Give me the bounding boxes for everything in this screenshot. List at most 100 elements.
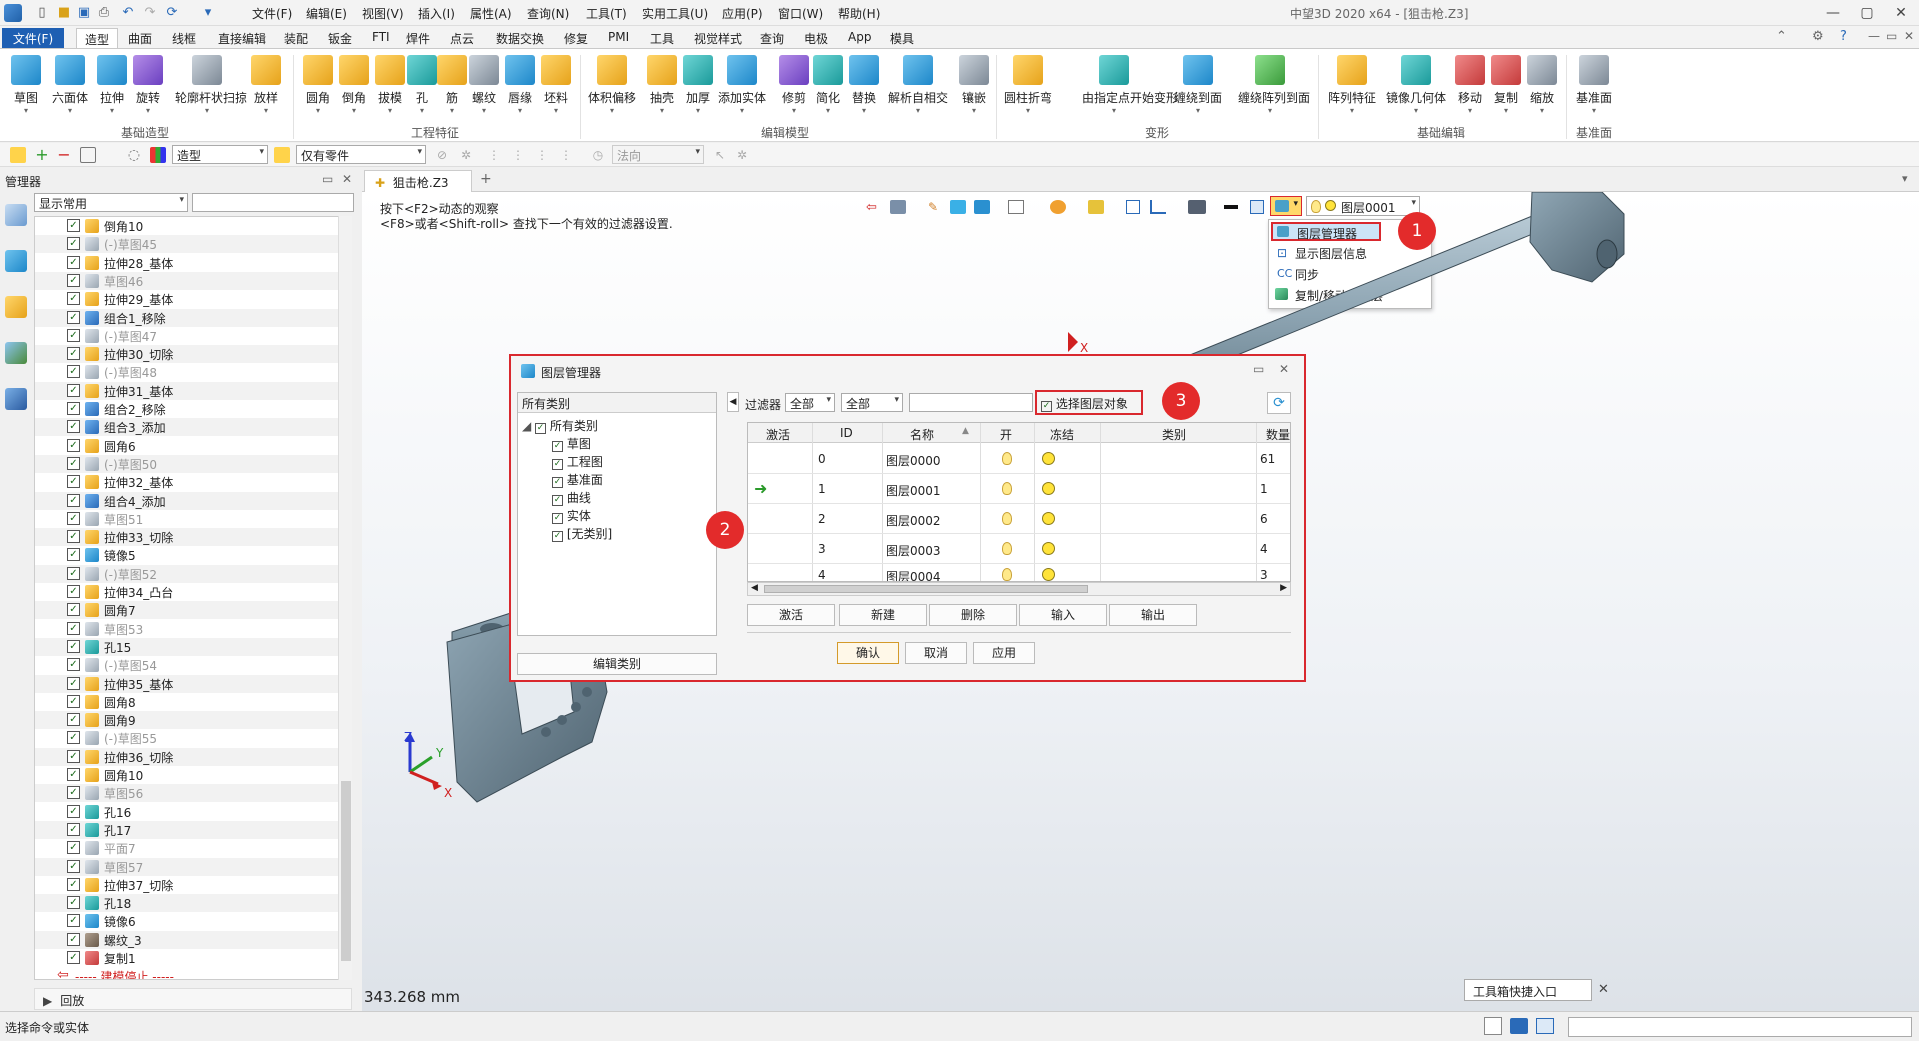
tab-sheetmetal[interactable]: 钣金: [320, 28, 360, 48]
tab-weldment[interactable]: 焊件: [398, 28, 438, 48]
tree-item[interactable]: ✓ (-)草图55: [35, 729, 341, 747]
tree-item[interactable]: ✓ (-)草图48: [35, 363, 341, 381]
tree-item-checkbox[interactable]: ✓: [67, 237, 80, 251]
dotted-circle-icon[interactable]: ◌: [126, 147, 142, 163]
category-item-drawing[interactable]: ✓ 工程图: [552, 453, 603, 470]
tab-query[interactable]: 查询: [752, 28, 792, 48]
tab-mold[interactable]: 模具: [882, 28, 922, 48]
tab-pmi[interactable]: PMI: [600, 28, 637, 48]
tab-wireframe[interactable]: 线框: [164, 28, 204, 48]
tree-item-checkbox[interactable]: ✓: [67, 841, 80, 855]
lock-filter-icon[interactable]: ⊘: [434, 147, 450, 163]
image-library-icon[interactable]: [5, 342, 27, 364]
ribbon-mirror-geometry-button[interactable]: 镜像几何体 ▾: [1386, 53, 1446, 119]
export-button[interactable]: 输出: [1109, 604, 1197, 626]
options-icon[interactable]: ✲: [734, 147, 750, 163]
layer-row[interactable]: ➜ 1 图层0001 1: [748, 474, 1290, 504]
tab-fti[interactable]: FTI: [364, 28, 398, 48]
tree-item[interactable]: ✓ 圆角7: [35, 601, 341, 620]
activate-button[interactable]: 激活: [747, 604, 835, 626]
tree-item[interactable]: ✓ 拉伸34_凸台: [35, 583, 341, 601]
tab-app[interactable]: App: [840, 28, 879, 48]
tree-item-checkbox[interactable]: ✓: [67, 914, 80, 928]
layer-on-icon[interactable]: [1002, 452, 1012, 465]
redo-icon[interactable]: ↷: [142, 5, 158, 21]
dialog-comment-icon[interactable]: ▭: [1253, 362, 1264, 376]
tree-item[interactable]: ✓ 拉伸37_切除: [35, 876, 341, 894]
tree-item[interactable]: ✓ 镜像5: [35, 546, 341, 564]
menu-help[interactable]: 帮助(H): [838, 5, 880, 22]
tree-item-checkbox[interactable]: ✓: [67, 566, 80, 580]
tree-item[interactable]: ✓ 平面7: [35, 839, 341, 857]
tree-item-checkbox[interactable]: ✓: [67, 713, 80, 727]
settings-gear-icon[interactable]: ⚙: [1812, 29, 1824, 44]
tree-item[interactable]: ✓ 拉伸32_基体: [35, 473, 341, 491]
category-root-checkbox[interactable]: ✓: [535, 423, 547, 434]
tree-item-checkbox[interactable]: ✓: [67, 786, 80, 800]
colors-icon[interactable]: [150, 147, 166, 163]
layer-on-icon[interactable]: [1002, 568, 1012, 581]
tree-item-checkbox[interactable]: ✓: [67, 621, 80, 635]
layer-frozen-icon[interactable]: [1042, 482, 1055, 495]
tree-item-checkbox[interactable]: ✓: [67, 877, 80, 891]
status-window-icon[interactable]: [1536, 1018, 1554, 1034]
doc-minimize-button[interactable]: —: [1868, 29, 1880, 43]
import-button[interactable]: 输入: [1019, 604, 1107, 626]
tree-item[interactable]: ✓ 拉伸33_切除: [35, 528, 341, 547]
filter-combo-1[interactable]: 全部 ▾: [785, 393, 835, 412]
align3-icon[interactable]: ⋮: [534, 147, 550, 163]
tree-item-checkbox[interactable]: ✓: [67, 493, 80, 507]
ribbon-add-solid-button[interactable]: 添加实体 ▾: [718, 53, 766, 119]
category-item-none[interactable]: ✓ [无类别]: [552, 525, 612, 542]
tree-item[interactable]: ✓ (-)草图52: [35, 564, 341, 583]
edit-category-button[interactable]: 编辑类别: [517, 653, 717, 675]
tree-item-checkbox[interactable]: ✓: [67, 219, 80, 232]
tab-pointcloud[interactable]: 点云: [442, 28, 482, 48]
pick-filter-icon[interactable]: [10, 147, 26, 163]
category-item-datum[interactable]: ✓ 基准面: [552, 471, 603, 488]
ribbon-volume-offset-button[interactable]: 体积偏移 ▾: [588, 53, 636, 119]
col-header-active[interactable]: 激活: [766, 426, 790, 443]
menu-tools[interactable]: 工具(T): [586, 5, 627, 22]
close-window-button[interactable]: ✕: [1890, 3, 1912, 23]
h-scrollbar-thumb[interactable]: [764, 585, 1088, 593]
manager-close-icon[interactable]: ✕: [342, 172, 352, 186]
tree-item[interactable]: ✓ (-)草图47: [35, 327, 341, 345]
menu-edit[interactable]: 编辑(E): [306, 5, 347, 22]
ribbon-scale-button[interactable]: 缩放 ▾: [1520, 53, 1564, 119]
ribbon-resolve-self-intersect-button[interactable]: 解析自相交 ▾: [888, 53, 948, 119]
apply-button[interactable]: 应用: [973, 642, 1035, 664]
tree-item-checkbox[interactable]: ✓: [67, 731, 80, 745]
tree-item[interactable]: ✓ 孔16: [35, 803, 341, 821]
tree-item[interactable]: ✓ 复制1: [35, 949, 341, 967]
select-layer-objects-checkbox[interactable]: ✓ 选择图层对象: [1041, 395, 1128, 412]
align4-icon[interactable]: ⋮: [558, 147, 574, 163]
tree-item[interactable]: ✓ 草图46: [35, 271, 341, 290]
toolbox-entry-tooltip[interactable]: 工具箱快捷入口: [1464, 979, 1592, 1001]
tree-item-checkbox[interactable]: ✓: [67, 585, 80, 598]
delete-layer-button[interactable]: 删除: [929, 604, 1017, 626]
quick-access-dropdown-icon[interactable]: ▾: [200, 5, 216, 21]
tree-item-checkbox[interactable]: ✓: [67, 402, 80, 415]
cancel-button[interactable]: 取消: [905, 642, 967, 664]
tree-item[interactable]: ✓ 草图57: [35, 857, 341, 876]
print-icon[interactable]: ⎙: [96, 5, 112, 21]
tree-item[interactable]: ✓ 拉伸36_切除: [35, 747, 341, 766]
maximize-button[interactable]: ▢: [1856, 3, 1878, 23]
help-icon[interactable]: ?: [1840, 29, 1847, 44]
scroll-left-icon[interactable]: ◀: [751, 583, 758, 593]
layer-on-icon[interactable]: [1002, 482, 1012, 495]
open-folder-icon[interactable]: ■: [56, 5, 72, 21]
tree-item-checkbox[interactable]: ✓: [67, 328, 80, 342]
category-checkbox[interactable]: ✓: [552, 441, 563, 452]
tree-item[interactable]: ✓ 圆角8: [35, 693, 341, 711]
tree-item[interactable]: ✓ 孔18: [35, 894, 341, 913]
tree-item-checkbox[interactable]: ✓: [67, 530, 80, 544]
tree-item[interactable]: ✓ (-)草图50: [35, 454, 341, 473]
document-tab[interactable]: ✚ 狙击枪.Z3 ✕: [364, 170, 472, 205]
layer-row[interactable]: 0 图层0000 61: [748, 444, 1290, 474]
ribbon-wrap-to-face-button[interactable]: 缠绕到面 ▾: [1174, 53, 1222, 119]
col-header-id[interactable]: ID: [840, 426, 853, 440]
ribbon-replace-button[interactable]: 替换 ▾: [842, 53, 886, 119]
layer-row[interactable]: 2 图层0002 6: [748, 504, 1290, 534]
